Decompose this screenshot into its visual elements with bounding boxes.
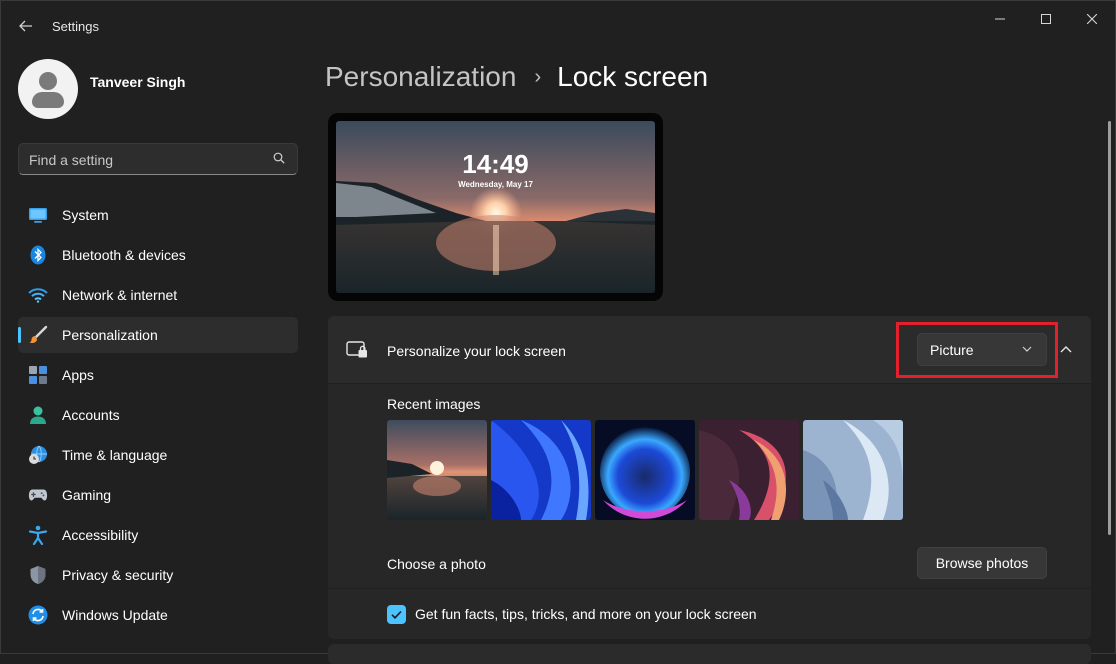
recent-image-thumbnail[interactable] [699, 420, 799, 520]
sidebar-item-personalization[interactable]: Personalization [18, 317, 298, 353]
search-input[interactable] [19, 144, 271, 176]
highlight-box [896, 322, 1058, 378]
sunset-lake-thumbnail [387, 420, 487, 520]
pale-bloom-thumbnail [803, 420, 903, 520]
sunset-lake-image [336, 121, 655, 293]
gamepad-icon [28, 485, 48, 505]
sidebar-item-privacy[interactable]: Privacy & security [18, 557, 298, 593]
close-icon [1087, 14, 1097, 24]
breadcrumb-separator: › [534, 65, 542, 88]
sidebar-item-label: Gaming [62, 487, 112, 503]
chevron-up-icon[interactable] [1057, 341, 1075, 359]
back-arrow-icon [19, 20, 32, 32]
checkmark-icon [391, 610, 402, 619]
sidebar-item-label: Apps [62, 367, 94, 383]
app-title: Settings [52, 19, 99, 34]
avatar-body [32, 92, 64, 108]
tips-row: Get fun facts, tips, tricks, and more on… [328, 589, 1091, 639]
recent-images-label: Recent images [387, 396, 481, 412]
title-bar: Settings [1, 1, 1116, 51]
recent-image-thumbnail[interactable] [491, 420, 591, 520]
breadcrumb-parent[interactable]: Personalization [325, 61, 516, 93]
search-box[interactable] [18, 143, 298, 176]
maximize-button[interactable] [1023, 9, 1069, 29]
next-settings-card [328, 644, 1091, 664]
minimize-icon [995, 18, 1005, 20]
blue-bloom-thumbnail [491, 420, 591, 520]
globe-clock-icon [28, 445, 48, 465]
accessibility-icon [28, 525, 48, 545]
sidebar-item-accessibility[interactable]: Accessibility [18, 517, 298, 553]
bluetooth-icon [28, 245, 48, 265]
tips-checkbox[interactable] [387, 605, 406, 624]
update-icon [28, 605, 48, 625]
preview-wallpaper: 14:49 Wednesday, May 17 [336, 121, 655, 293]
shield-icon [28, 565, 48, 585]
close-button[interactable] [1069, 9, 1115, 29]
sidebar-item-label: Network & internet [62, 287, 178, 303]
sidebar-item-gaming[interactable]: Gaming [18, 477, 298, 513]
sidebar-item-apps[interactable]: Apps [18, 357, 298, 393]
sidebar-item-system[interactable]: System [18, 197, 298, 233]
sidebar-item-label: System [62, 207, 109, 223]
sidebar-item-label: Windows Update [62, 607, 168, 623]
tips-label[interactable]: Get fun facts, tips, tricks, and more on… [415, 606, 757, 622]
recent-images-section: Recent images [328, 384, 1091, 539]
avatar[interactable] [18, 59, 78, 119]
accounts-icon [28, 405, 48, 425]
minimize-button[interactable] [977, 9, 1023, 29]
system-icon [28, 205, 48, 225]
search-icon[interactable] [273, 152, 285, 164]
scrollbar[interactable] [1108, 121, 1111, 535]
sidebar-item-label: Accounts [62, 407, 120, 423]
choose-photo-label: Choose a photo [387, 556, 486, 572]
ribbon-swirl-thumbnail [699, 420, 799, 520]
sidebar-item-label: Bluetooth & devices [62, 247, 186, 263]
apps-icon [28, 365, 48, 385]
personalize-lock-screen-title: Personalize your lock screen [387, 343, 566, 359]
preview-time: 14:49 [462, 149, 529, 179]
sidebar-item-bluetooth[interactable]: Bluetooth & devices [18, 237, 298, 273]
page-title: Lock screen [557, 61, 709, 92]
sidebar-item-label: Accessibility [62, 527, 139, 543]
recent-image-thumbnail[interactable] [803, 420, 903, 520]
sidebar-item-network[interactable]: Network & internet [18, 277, 298, 313]
preview-date: Wednesday, May 17 [458, 180, 533, 189]
sidebar-item-label: Privacy & security [62, 567, 174, 583]
sidebar-nav: System Bluetooth & devices Network & int… [18, 197, 298, 637]
sidebar-item-windows-update[interactable]: Windows Update [18, 597, 298, 633]
lock-screen-icon [346, 341, 367, 358]
glow-orb-thumbnail [595, 420, 695, 520]
breadcrumb: Personalization › Lock screen [325, 61, 708, 93]
browse-photos-button[interactable]: Browse photos [917, 547, 1047, 579]
choose-photo-row: Choose a photo Browse photos [328, 538, 1091, 589]
avatar-head [39, 72, 57, 90]
settings-window: Settings Tanveer Singh System [0, 0, 1116, 664]
brush-icon [28, 325, 48, 345]
recent-image-thumbnail[interactable] [387, 420, 487, 520]
lock-screen-preview: 14:49 Wednesday, May 17 [328, 113, 663, 301]
personalize-lock-screen-row[interactable]: Personalize your lock screen Picture [328, 316, 1091, 384]
recent-image-thumbnail[interactable] [595, 420, 695, 520]
sidebar-item-label: Time & language [62, 447, 168, 463]
user-name: Tanveer Singh [90, 74, 186, 90]
back-button[interactable] [13, 15, 39, 37]
lock-screen-settings-card: Personalize your lock screen Picture Rec… [328, 316, 1091, 639]
maximize-icon [1041, 14, 1051, 24]
sidebar-item-time-language[interactable]: Time & language [18, 437, 298, 473]
wifi-icon [28, 285, 48, 305]
sidebar-item-accounts[interactable]: Accounts [18, 397, 298, 433]
sidebar-item-label: Personalization [62, 327, 158, 343]
